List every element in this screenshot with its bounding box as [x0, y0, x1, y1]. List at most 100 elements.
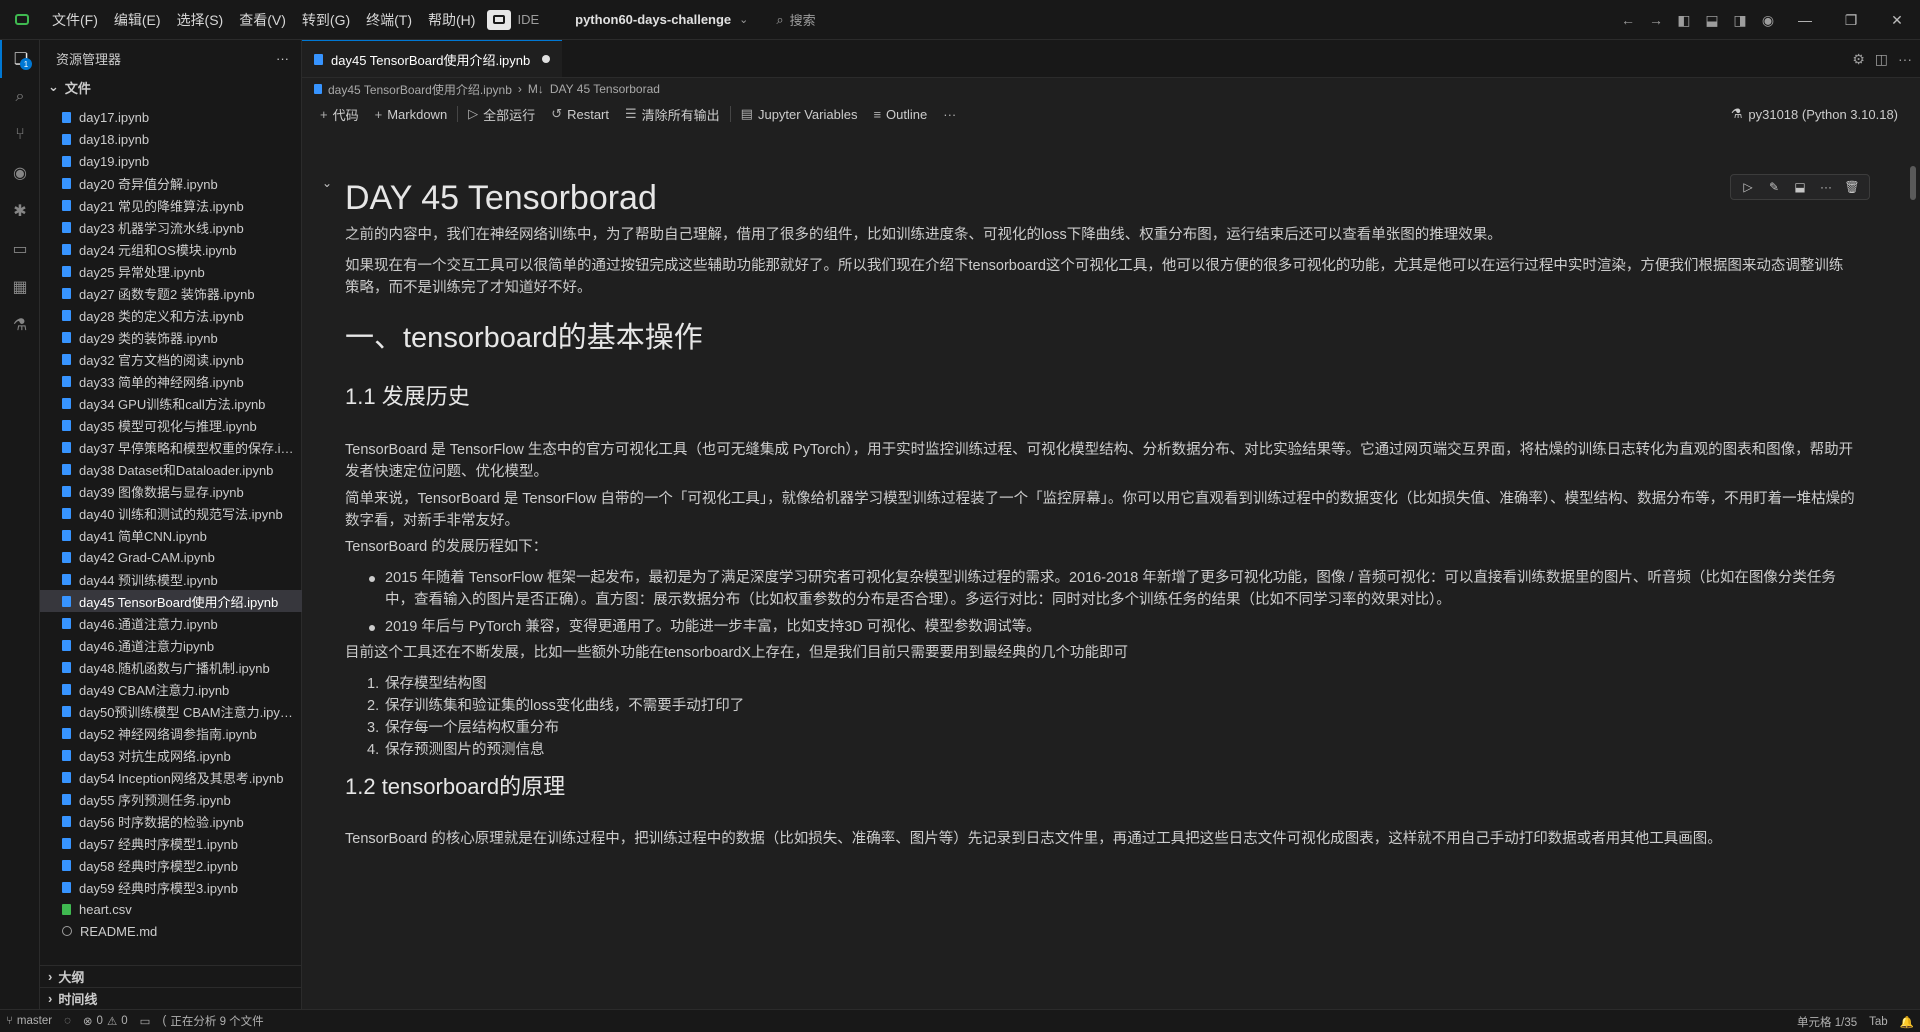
file-item[interactable]: day38 Dataset和Dataloader.ipynb — [40, 458, 302, 480]
add-code-cell-button[interactable]: + 代码 — [312, 102, 367, 126]
file-item[interactable]: day40 训练和测试的规范写法.ipynb — [40, 502, 302, 524]
unsaved-dot-icon[interactable] — [542, 55, 551, 63]
toggle-panel-icon[interactable]: ⬓ — [1698, 0, 1726, 40]
timeline-section-header[interactable]: › 时间线 — [40, 987, 302, 1009]
problems-indicator[interactable]: ⊗ 0 ⚠ 0 — [77, 1014, 134, 1028]
kernel-picker[interactable]: ⚗ py31018 (Python 3.10.18) — [1731, 100, 1898, 128]
settings-gear-icon[interactable]: ⚙ — [1852, 51, 1865, 68]
ports-indicator[interactable]: ▭ — [134, 1014, 157, 1028]
file-item[interactable]: day52 神经网络调参指南.ipynb — [40, 722, 302, 744]
file-item[interactable]: day24 元组和OS模块.ipynb — [40, 238, 302, 260]
breadcrumb-heading[interactable]: DAY 45 Tensorborad — [550, 82, 660, 96]
file-item[interactable]: day59 经典时序模型3.ipynb — [40, 876, 302, 898]
file-item[interactable]: day33 简单的神经网络.ipynb — [40, 370, 302, 392]
tab-active-notebook[interactable]: day45 TensorBoard使用介绍.ipynb — [302, 40, 563, 77]
file-item[interactable]: day29 类的装饰器.ipynb — [40, 326, 302, 348]
run-all-button[interactable]: ▷ 全部运行 — [460, 102, 543, 126]
restore-button[interactable]: ❐ — [1828, 0, 1874, 40]
debug-icon[interactable]: ✱ — [0, 192, 40, 230]
menu-help[interactable]: 帮助(H) — [420, 0, 483, 40]
file-item[interactable]: day18.ipynb — [40, 128, 302, 150]
restart-button[interactable]: ↺ Restart — [543, 102, 617, 126]
back-arrow-icon[interactable]: ← — [1614, 0, 1642, 40]
file-item[interactable]: day46.通道注意力.ipynb — [40, 612, 302, 634]
file-item[interactable]: day17.ipynb — [40, 106, 302, 128]
branch-indicator[interactable]: ⑂ master — [0, 1015, 58, 1027]
csv-file-icon — [62, 903, 71, 915]
file-item[interactable]: day32 官方文档的阅读.ipynb — [40, 348, 302, 370]
account-icon[interactable]: ◉ — [1754, 0, 1782, 40]
toggle-primary-sidebar-icon[interactable]: ◧ — [1670, 0, 1698, 40]
file-item[interactable]: day44 预训练模型.ipynb — [40, 568, 302, 590]
file-item[interactable]: day34 GPU训练和call方法.ipynb — [40, 392, 302, 414]
file-item[interactable]: day53 对抗生成网络.ipynb — [40, 744, 302, 766]
file-item[interactable]: day57 经典时序模型1.ipynb — [40, 832, 302, 854]
menu-file[interactable]: 文件(F) — [44, 0, 106, 40]
file-item[interactable]: day20 奇异值分解.ipynb — [40, 172, 302, 194]
testing-flask-icon[interactable]: ⚗ — [0, 306, 40, 344]
file-item[interactable]: day37 早停策略和模型权重的保存.ipynb — [40, 436, 302, 458]
file-item[interactable]: day42 Grad-CAM.ipynb — [40, 546, 302, 568]
clear-outputs-button[interactable]: ☰ 清除所有输出 — [617, 102, 728, 126]
indentation[interactable]: Tab — [1863, 1016, 1894, 1028]
file-item[interactable]: day27 函数专题2 装饰器.ipynb — [40, 282, 302, 304]
remote-explorer-icon[interactable]: ▭ — [0, 230, 40, 268]
editor-scrollbar[interactable] — [1910, 166, 1916, 200]
file-item[interactable]: day23 机器学习流水线.ipynb — [40, 216, 302, 238]
more-actions-icon[interactable]: ··· — [1898, 51, 1912, 67]
jupyter-variables-button[interactable]: ▤ Jupyter Variables — [733, 102, 866, 126]
file-item[interactable]: day39 图像数据与显存.ipynb — [40, 480, 302, 502]
file-item[interactable]: day49 CBAM注意力.ipynb — [40, 678, 302, 700]
file-item[interactable]: day21 常见的降维算法.ipynb — [40, 194, 302, 216]
outline-section-header[interactable]: › 大纲 — [40, 965, 302, 987]
file-item[interactable]: day35 模型可视化与推理.ipynb — [40, 414, 302, 436]
chevron-down-icon[interactable]: ⌄ — [739, 13, 748, 26]
minimize-button[interactable]: — — [1782, 0, 1828, 40]
source-control-icon[interactable]: ⑂ — [0, 116, 40, 154]
file-item[interactable]: day25 异常处理.ipynb — [40, 260, 302, 282]
extensions-icon[interactable]: ▦ — [0, 268, 40, 306]
more-actions-icon[interactable]: ··· — [276, 51, 289, 66]
file-item[interactable]: README.md — [40, 920, 302, 942]
file-item[interactable]: day58 经典时序模型2.ipynb — [40, 854, 302, 876]
files-section-header[interactable]: ⌄ 文件 — [40, 76, 301, 98]
file-item[interactable]: day48.随机函数与广播机制.ipynb — [40, 656, 302, 678]
project-name[interactable]: python60-days-challenge — [575, 12, 731, 27]
file-item[interactable]: day19.ipynb — [40, 150, 302, 172]
file-item[interactable]: heart.csv — [40, 898, 302, 920]
file-name: day21 常见的降维算法.ipynb — [79, 198, 244, 214]
preview-eye-icon[interactable]: ◉ — [0, 154, 40, 192]
more-actions-icon[interactable]: ··· — [935, 102, 964, 126]
file-item[interactable]: day56 时序数据的检验.ipynb — [40, 810, 302, 832]
analysis-status[interactable]: ( 正在分析 9 个文件 — [157, 1013, 270, 1029]
file-item[interactable]: day54 Inception网络及其思考.ipynb — [40, 766, 302, 788]
toggle-secondary-sidebar-icon[interactable]: ◨ — [1726, 0, 1754, 40]
command-search[interactable]: ⌕ 搜索 — [776, 10, 815, 29]
cell-position[interactable]: 单元格 1/35 — [1791, 1014, 1863, 1030]
file-item[interactable]: day28 类的定义和方法.ipynb — [40, 304, 302, 326]
search-view-icon[interactable]: ⌕ — [0, 78, 40, 116]
menu-selection[interactable]: 选择(S) — [169, 0, 232, 40]
file-item[interactable]: day45 TensorBoard使用介绍.ipynb — [40, 590, 302, 612]
menu-view[interactable]: 查看(V) — [231, 0, 294, 40]
collapse-cell-icon[interactable]: ⌄ — [322, 176, 332, 190]
close-button[interactable]: ✕ — [1874, 0, 1920, 40]
file-item[interactable]: day55 序列预测任务.ipynb — [40, 788, 302, 810]
menu-go[interactable]: 转到(G) — [294, 0, 358, 40]
ide-toggle[interactable]: IDE — [487, 9, 539, 30]
markdown-icon: M↓ — [527, 82, 544, 96]
markdown-cell[interactable]: ⌄ DAY 45 Tensorborad 之前的内容中，我们在神经网络训练中，为… — [302, 166, 1902, 1009]
forward-arrow-icon[interactable]: → — [1642, 0, 1670, 40]
outline-button[interactable]: ≡ Outline — [865, 102, 935, 126]
file-item[interactable]: day46.通道注意力ipynb — [40, 634, 302, 656]
breadcrumb-file[interactable]: day45 TensorBoard使用介绍.ipynb — [328, 81, 512, 98]
sync-indicator[interactable]: ◌ — [58, 1015, 77, 1027]
explorer-icon[interactable]: ❏1 — [0, 40, 40, 78]
file-item[interactable]: day41 简单CNN.ipynb — [40, 524, 302, 546]
notifications-bell-icon[interactable]: 🔔 — [1894, 1015, 1920, 1029]
split-editor-icon[interactable]: ◫ — [1875, 51, 1888, 68]
menu-edit[interactable]: 编辑(E) — [106, 0, 169, 40]
menu-terminal[interactable]: 终端(T) — [358, 0, 420, 40]
add-markdown-cell-button[interactable]: + Markdown — [367, 102, 456, 126]
file-item[interactable]: day50预训练模型 CBAM注意力.ipynb — [40, 700, 302, 722]
